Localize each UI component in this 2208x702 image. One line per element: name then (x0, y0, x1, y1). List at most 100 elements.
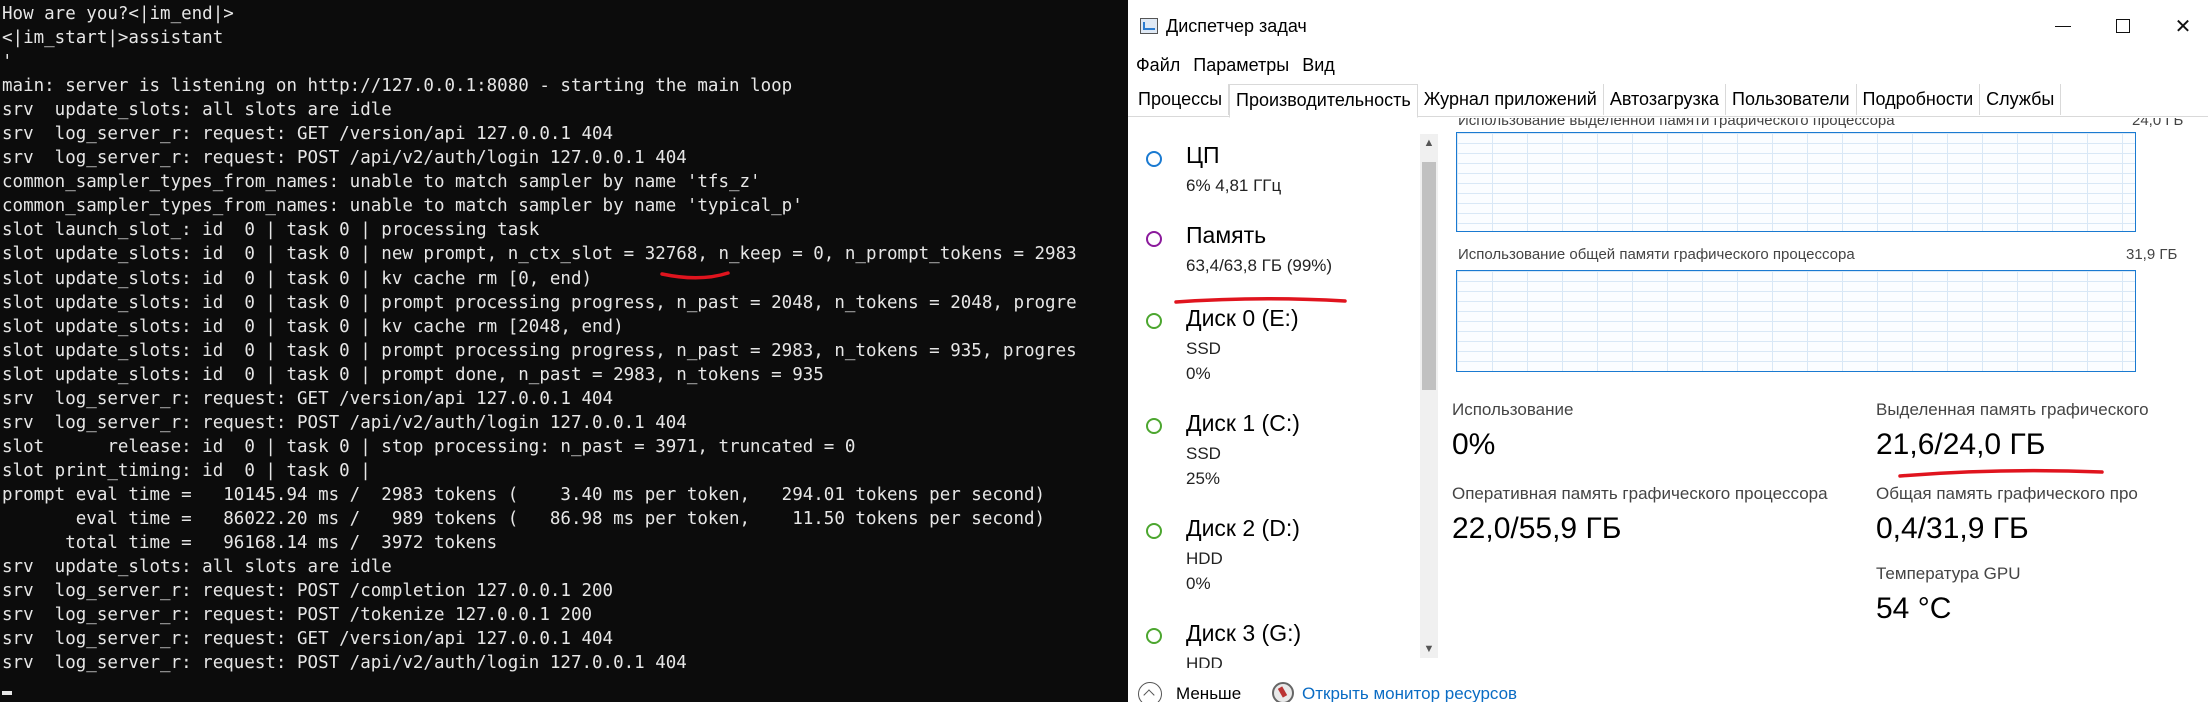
terminal-output: How are you?<|im_end|> <|im_start|>assist… (2, 2, 1077, 675)
resource-name: Память (1186, 222, 1267, 248)
terminal-line: eval time = 86022.20 ms / 989 tokens ( 8… (2, 508, 1046, 529)
terminal-line: slot print_timing: id 0 | task 0 | (2, 460, 371, 481)
terminal-line: slot update_slots: id 0 | task 0 | promp… (2, 364, 824, 385)
terminal-line: srv update_slots: all slots are idle (2, 557, 392, 578)
menu-file[interactable]: Файл (1131, 52, 1185, 80)
resource-monitor-icon (1272, 682, 1294, 702)
dedicated-memory-value: 21,6/24,0 ГБ (1876, 428, 2046, 461)
terminal-line: srv log_server_r: request: GET /version/… (2, 629, 614, 650)
resource-name: ЦП (1186, 142, 1220, 168)
disk-indicator-icon (1146, 418, 1162, 434)
resource-type: SSD (1186, 339, 1221, 358)
terminal-line: srv log_server_r: request: POST /api/v2/… (2, 412, 687, 433)
menu-bar: Файл Параметры Вид (1128, 52, 1343, 80)
resource-type: SSD (1186, 444, 1221, 463)
tab-services[interactable]: Службы (1980, 84, 2062, 115)
dedicated-memory-graph (1456, 132, 2136, 232)
tab-bar: Процессы Производительность Журнал прило… (1128, 84, 2208, 118)
terminal-line: srv update_slots: all slots are idle (2, 100, 392, 121)
shared-memory-graph (1456, 270, 2136, 372)
menu-view[interactable]: Вид (1297, 52, 1340, 80)
resource-usage: 0% (1186, 364, 1211, 383)
terminal-line: <|im_start|>assistant (2, 28, 224, 49)
terminal-line: How are you?<|im_end|> (2, 4, 234, 24)
terminal-line: common_sampler_types_from_names: unable … (2, 172, 761, 193)
tab-app-history[interactable]: Журнал приложений (1418, 84, 1604, 115)
cpu-indicator-icon (1146, 151, 1162, 167)
terminal-line: slot update_slots: id 0 | task 0 | new p… (2, 244, 1077, 265)
resource-list-scrollbar[interactable]: ▲ ▼ (1420, 134, 1438, 658)
memory-indicator-icon (1146, 231, 1162, 247)
maximize-button[interactable] (2093, 6, 2153, 46)
task-manager-icon (1140, 18, 1158, 34)
resource-name: Диск 2 (D:) (1186, 515, 1300, 541)
tab-users[interactable]: Пользователи (1726, 84, 1857, 115)
terminal-cursor (2, 691, 12, 695)
resource-name: Диск 3 (G:) (1186, 620, 1302, 646)
scroll-up-icon[interactable]: ▲ (1420, 134, 1438, 152)
gpu-temperature-value: 54 °C (1876, 592, 1952, 625)
terminal-line: common_sampler_types_from_names: unable … (2, 196, 803, 217)
minimize-icon (2055, 25, 2071, 27)
resource-detail: 63,4/63,8 ГБ (99%) (1186, 256, 1333, 275)
terminal-line: main: server is listening on http://127.… (2, 76, 793, 97)
shared-memory-label: Общая память графического про (1876, 484, 2138, 503)
utilization-value: 0% (1452, 428, 1496, 461)
scroll-down-icon[interactable]: ▼ (1420, 640, 1438, 658)
dedicated-memory-graph-max: 24,0 ГБ (2132, 118, 2184, 129)
resource-detail: 6% 4,81 ГГц (1186, 176, 1282, 195)
terminal-line: srv log_server_r: request: POST /tokeniz… (2, 605, 593, 626)
tab-details[interactable]: Подробности (1857, 84, 1981, 115)
gpu-temperature-label: Температура GPU (1876, 564, 2021, 583)
terminal-line: slot update_slots: id 0 | task 0 | kv ca… (2, 316, 624, 337)
resource-type: HDD (1186, 549, 1223, 568)
resource-usage: 0% (1186, 574, 1211, 593)
resource-list: ЦП 6% 4,81 ГГц Память 63,4/63,8 ГБ (99%)… (1128, 128, 1420, 668)
terminal-line: srv log_server_r: request: POST /api/v2/… (2, 148, 687, 169)
resource-type: HDD (1186, 654, 1223, 668)
terminal-line: slot release: id 0 | task 0 | stop proce… (2, 436, 856, 457)
dedicated-memory-label: Выделенная память графического (1876, 400, 2149, 419)
footer: Меньше Открыть монитор ресурсов (1128, 680, 2208, 702)
tab-performance[interactable]: Производительность (1229, 84, 1418, 118)
terminal-line: srv log_server_r: request: POST /complet… (2, 581, 614, 602)
maximize-icon (2116, 19, 2130, 33)
disk-indicator-icon (1146, 628, 1162, 644)
disk-indicator-icon (1146, 523, 1162, 539)
terminal-line: slot launch_slot_: id 0 | task 0 | proce… (2, 220, 540, 241)
scroll-thumb[interactable] (1422, 162, 1436, 390)
terminal-line: slot update_slots: id 0 | task 0 | kv ca… (2, 268, 593, 289)
chevron-up-icon[interactable] (1138, 682, 1162, 702)
terminal-line: srv log_server_r: request: GET /version/… (2, 124, 614, 145)
terminal-line: prompt eval time = 10145.94 ms / 2983 to… (2, 484, 1046, 505)
shared-memory-value: 0,4/31,9 ГБ (1876, 512, 2029, 545)
resource-name: Диск 1 (C:) (1186, 410, 1300, 436)
terminal-line: total time = 96168.14 ms / 3972 tokens (2, 533, 498, 554)
task-manager-window[interactable]: Диспетчер задач ✕ Файл Параметры Вид Про… (1128, 0, 2208, 702)
window-title: Диспетчер задач (1166, 16, 1307, 36)
gpu-ram-label: Оперативная память графического процессо… (1452, 484, 1828, 503)
shared-memory-graph-label: Использование общей памяти графического … (1458, 246, 1855, 263)
terminal-line: slot update_slots: id 0 | task 0 | promp… (2, 292, 1077, 313)
dedicated-memory-graph-label: Использование выделенной памяти графичес… (1458, 118, 1895, 129)
tab-startup[interactable]: Автозагрузка (1604, 84, 1727, 115)
terminal-window[interactable]: How are you?<|im_end|> <|im_start|>assist… (0, 0, 1128, 702)
shared-memory-graph-max: 31,9 ГБ (2126, 246, 2178, 263)
utilization-label: Использование (1452, 400, 1574, 419)
resource-name: Диск 0 (E:) (1186, 305, 1299, 331)
minimize-button[interactable] (2033, 6, 2093, 46)
terminal-line: srv log_server_r: request: GET /version/… (2, 388, 614, 409)
gpu-detail-pane: Использование выделенной памяти графичес… (1446, 118, 2208, 678)
terminal-line: slot update_slots: id 0 | task 0 | promp… (2, 340, 1077, 361)
close-button[interactable]: ✕ (2153, 6, 2208, 46)
title-bar[interactable]: Диспетчер задач ✕ (1128, 0, 2208, 52)
terminal-line: ' (2, 52, 13, 73)
menu-options[interactable]: Параметры (1188, 52, 1294, 80)
disk-indicator-icon (1146, 313, 1162, 329)
resource-usage: 25% (1186, 469, 1221, 488)
tab-processes[interactable]: Процессы (1132, 84, 1230, 115)
fewer-details-button[interactable]: Меньше (1176, 684, 1241, 702)
terminal-line: srv log_server_r: request: POST /api/v2/… (2, 653, 687, 674)
close-icon: ✕ (2174, 15, 2192, 38)
open-resource-monitor-link[interactable]: Открыть монитор ресурсов (1302, 684, 1517, 702)
